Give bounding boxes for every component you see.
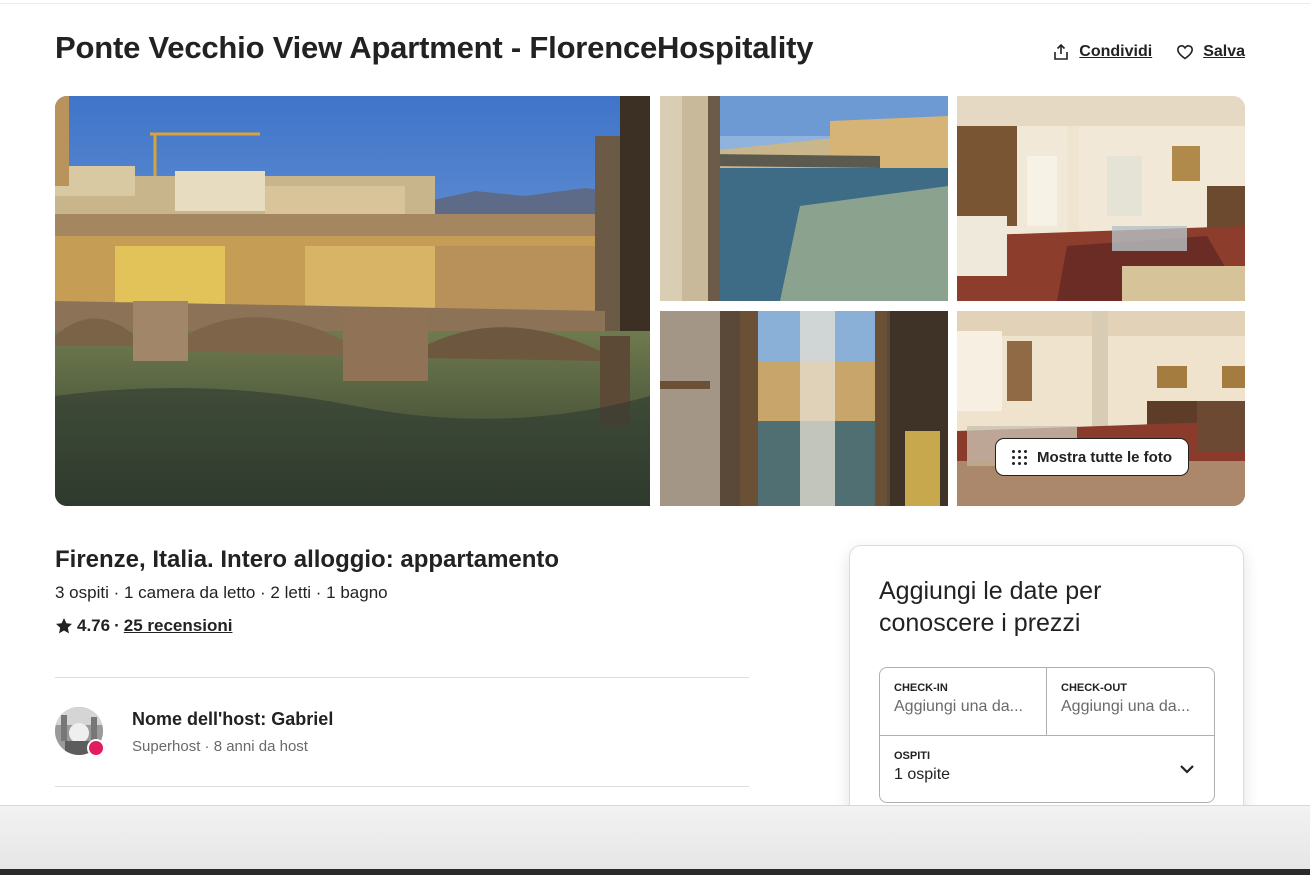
host-name: Nome dell'host: Gabriel <box>132 709 334 729</box>
listing-rating: 4.76 · 25 recensioni <box>55 616 232 636</box>
checkout-label: CHECK-OUT <box>1061 682 1127 694</box>
section-divider <box>55 677 749 678</box>
grid-dots-icon <box>1012 449 1027 465</box>
section-divider <box>55 786 749 787</box>
photo-window[interactable] <box>660 311 948 506</box>
guests-label: OSPITI <box>894 750 931 762</box>
checkin-label: CHECK-IN <box>894 682 948 694</box>
guests-select[interactable]: OSPITI 1 ospite <box>880 735 1214 802</box>
save-button[interactable]: Salva <box>1176 43 1245 61</box>
host-avatar[interactable] <box>55 707 105 757</box>
show-all-photos-button[interactable]: Mostra tutte le foto <box>995 438 1189 476</box>
checkout-value: Aggiungi una da... <box>1061 698 1190 715</box>
photo-main[interactable] <box>55 96 650 506</box>
listing-actions: Condividi Salva <box>1052 43 1245 61</box>
guests-value: 1 ospite <box>894 766 951 783</box>
superhost-badge <box>87 739 105 757</box>
browser-bottom-bar <box>0 805 1310 875</box>
checkout-field[interactable]: CHECK-OUT Aggiungi una da... <box>1047 668 1214 735</box>
star-icon <box>56 618 72 634</box>
photo-river-view[interactable] <box>660 96 948 301</box>
photo-sitting-room[interactable] <box>957 311 1245 506</box>
checkin-field[interactable]: CHECK-IN Aggiungi una da... <box>880 668 1047 735</box>
chevron-down-icon <box>1180 765 1194 774</box>
show-all-photos-label: Mostra tutte le foto <box>1037 448 1172 466</box>
heart-icon <box>1177 44 1194 60</box>
share-icon <box>1054 43 1069 60</box>
listing-title: Ponte Vecchio View Apartment - FlorenceH… <box>55 30 814 65</box>
checkin-value: Aggiungi una da... <box>894 698 1023 715</box>
share-button[interactable]: Condividi <box>1052 43 1152 61</box>
rating-value: 4.76 <box>77 616 111 635</box>
listing-subtitle: Firenze, Italia. Intero alloggio: appart… <box>55 546 560 573</box>
photo-gallery: Mostra tutte le foto <box>55 96 1245 506</box>
photo-living-room[interactable] <box>957 96 1245 301</box>
top-divider <box>0 0 1310 4</box>
host-meta: Superhost · 8 anni da host <box>132 738 308 755</box>
rating-separator: · <box>114 616 120 635</box>
booking-dates-box: CHECK-IN Aggiungi una da... CHECK-OUT Ag… <box>879 667 1215 803</box>
screen-bottom-edge <box>0 869 1310 875</box>
share-label: Condividi <box>1079 43 1153 60</box>
save-label: Salva <box>1203 43 1245 60</box>
booking-title: Aggiungi le date per conoscere i prezzi <box>879 577 1102 637</box>
listing-details: 3 ospiti · 1 camera da letto · 2 letti ·… <box>55 583 388 602</box>
reviews-link[interactable]: 25 recensioni <box>124 616 233 636</box>
booking-card: Aggiungi le date per conoscere i prezzi … <box>849 545 1244 845</box>
